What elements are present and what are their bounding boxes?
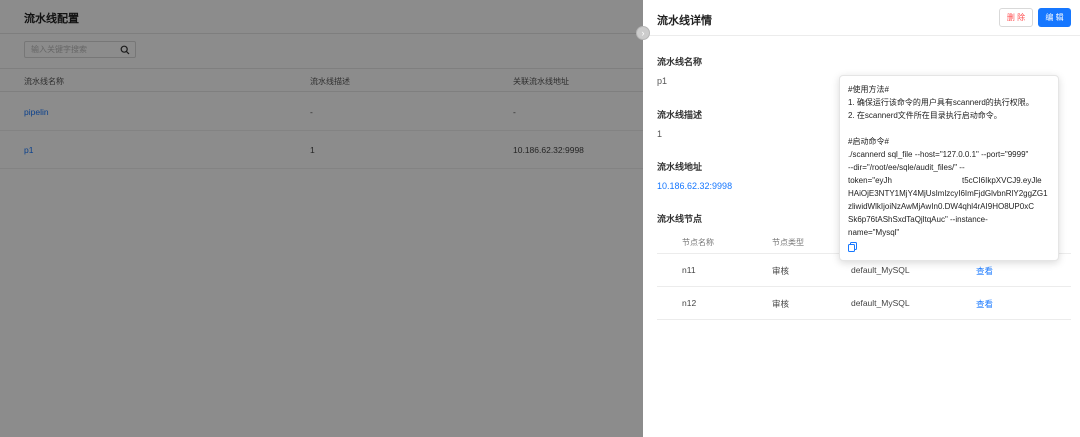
drawer-title: 流水线详情 xyxy=(657,15,712,27)
command-line: Sk6p76tAShSxdTaQjltqAuc" --instance- xyxy=(848,215,988,224)
node-instance: default_MySQL xyxy=(851,298,910,308)
column-header-node-type: 节点类型 xyxy=(772,238,804,247)
column-header-node-name: 节点名称 xyxy=(682,238,714,247)
command-line: token="eyJh t5cCI6IkpXVCJ9.eyJle xyxy=(848,174,1050,187)
command-line: name="Mysql" xyxy=(848,228,900,237)
drawer-header: 流水线详情 删 除 编 辑 xyxy=(643,0,1080,36)
description-label: 流水线描述 xyxy=(657,110,703,120)
chevron-right-icon[interactable]: › xyxy=(636,26,650,40)
nodes-label: 流水线节点 xyxy=(657,214,703,224)
token-fragment: t5cCI6IkpXVCJ9.eyJle xyxy=(961,176,1042,185)
name-label: 流水线名称 xyxy=(657,57,703,67)
command-line: HAiOjE3NTY1MjY4MjUsImlzcyI6ImFjdGlvbnRlY… xyxy=(848,189,1048,198)
copy-icon[interactable] xyxy=(848,242,857,252)
token-prefix: token="eyJh xyxy=(848,176,892,185)
delete-button[interactable]: 删 除 xyxy=(999,8,1033,27)
name-value: p1 xyxy=(657,76,668,86)
description-value: 1 xyxy=(657,129,663,139)
table-row: n12 审核 default_MySQL 查看 xyxy=(657,287,1071,320)
usage-step-1: 1. 确保运行该命令的用户具有scannerd的执行权限。 xyxy=(848,98,1034,107)
command-header: #启动命令# xyxy=(848,137,889,146)
address-label: 流水线地址 xyxy=(657,162,703,172)
node-type: 审核 xyxy=(772,266,790,276)
address-link[interactable]: 10.186.62.32:9998 xyxy=(657,181,732,191)
node-instance: default_MySQL xyxy=(851,265,910,275)
usage-step-2: 2. 在scannerd文件所在目录执行启动命令。 xyxy=(848,111,1002,120)
edit-button[interactable]: 编 辑 xyxy=(1038,8,1071,27)
view-link[interactable]: 查看 xyxy=(976,265,993,277)
node-name: n11 xyxy=(682,265,696,275)
command-line: --dir="/root/ee/sqle/audit_files/" -- xyxy=(848,163,965,172)
command-line: ./scannerd sql_file --host="127.0.0.1" -… xyxy=(848,150,1029,159)
view-link[interactable]: 查看 xyxy=(976,298,993,310)
drawer-mask[interactable] xyxy=(0,0,643,437)
node-type: 审核 xyxy=(772,299,790,309)
command-popover: #使用方法# 1. 确保运行该命令的用户具有scannerd的执行权限。 2. … xyxy=(839,75,1059,261)
usage-header: #使用方法# xyxy=(848,85,889,94)
command-line: zliwidWlkIjoiNzAwMjAwIn0.DW4qhl4rAI9HO8U… xyxy=(848,202,1034,211)
node-name: n12 xyxy=(682,298,697,308)
